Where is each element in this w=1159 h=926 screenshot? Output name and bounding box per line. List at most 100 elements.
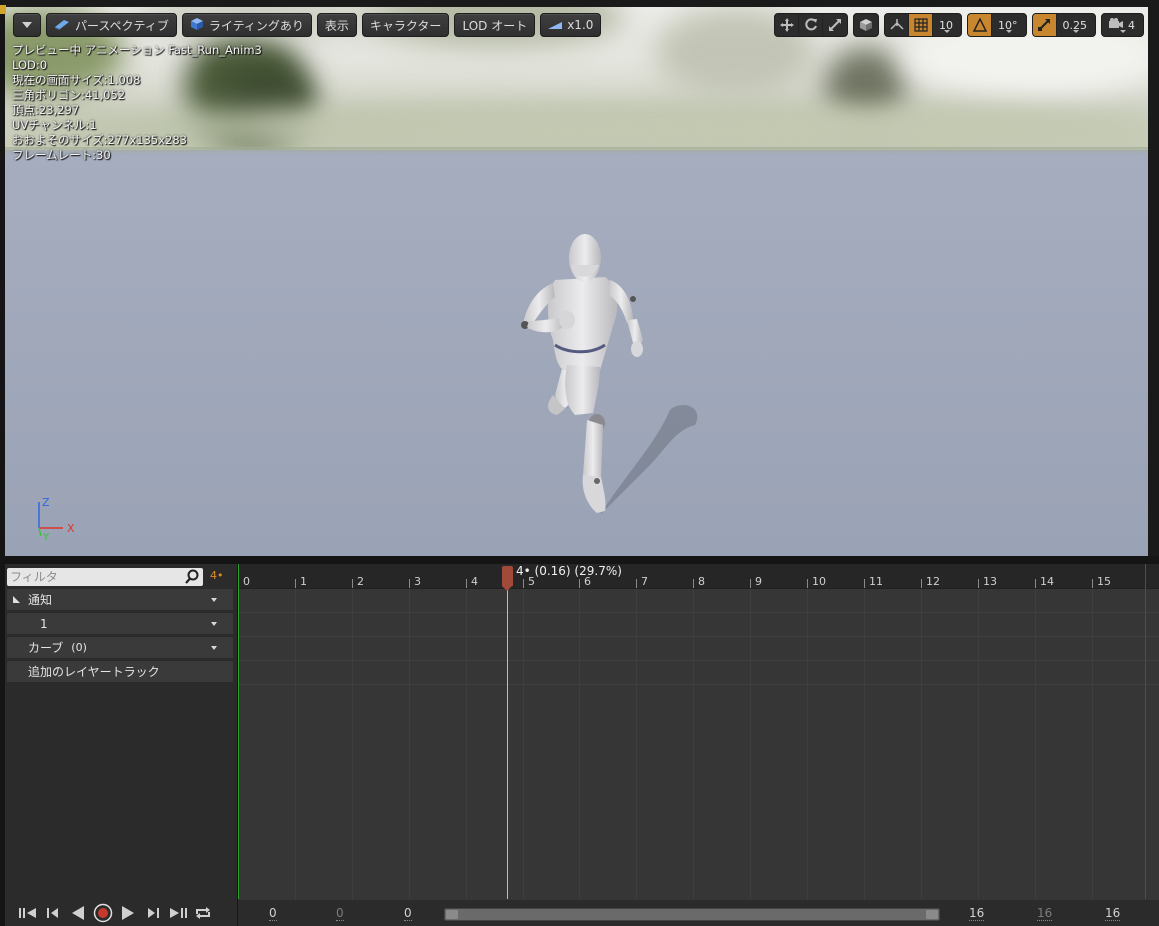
grid-snap-value[interactable]: 10 xyxy=(933,14,961,36)
stat-screen-size: 現在の画面サイズ:1.008 xyxy=(12,73,141,87)
scale-snap-icon[interactable] xyxy=(1032,14,1057,36)
rotate-snap-group: 10° xyxy=(967,13,1027,37)
grid-line xyxy=(1035,589,1036,899)
ruler-tick-label: 15 xyxy=(1097,575,1111,588)
rotate-icon[interactable] xyxy=(799,14,823,36)
playback-end-field[interactable]: 16 xyxy=(969,907,985,921)
camera-speed-button[interactable]: 4 xyxy=(1102,14,1143,36)
scale-icon[interactable] xyxy=(823,14,847,36)
coordinate-space xyxy=(853,13,879,37)
scale-snap-value[interactable]: 0.25 xyxy=(1057,14,1096,36)
scale-snap-group: 0.25 xyxy=(1031,13,1096,37)
camera-icon xyxy=(1108,17,1124,33)
ruler-tick xyxy=(693,579,694,588)
working-end-field[interactable]: 16 xyxy=(1037,907,1053,921)
track-label: 追加のレイヤートラック xyxy=(28,665,160,679)
stat-vertices: 頂点:23,297 xyxy=(12,103,80,117)
ruler-tick-label: 0 xyxy=(243,575,250,588)
grid-line xyxy=(636,589,637,899)
track-additive-layers[interactable]: 追加のレイヤートラック xyxy=(7,660,233,682)
track-label: 1 xyxy=(40,616,48,631)
stat-lod: LOD:0 xyxy=(12,58,48,72)
playhead-handle[interactable] xyxy=(502,566,513,591)
play-reverse-button[interactable] xyxy=(67,902,89,924)
step-forward-icon xyxy=(148,908,159,918)
show-button[interactable]: 表示 xyxy=(316,13,357,37)
translate-icon[interactable] xyxy=(775,14,799,36)
time-ruler[interactable]: 0 1 2 3 4 5 6 7 8 9 10 11 12 13 14 15 xyxy=(238,564,1159,589)
lod-button[interactable]: LOD オート xyxy=(454,13,536,37)
lit-cube-icon xyxy=(190,17,204,34)
search-icon[interactable] xyxy=(183,568,201,586)
track-notify-1[interactable]: 1 xyxy=(7,612,233,634)
track-curves[interactable]: カーブ (0) xyxy=(7,636,233,658)
ruler-tick xyxy=(523,579,524,588)
character-button[interactable]: キャラクター xyxy=(361,13,450,37)
panel-splitter[interactable] xyxy=(0,556,1159,564)
skip-start-icon xyxy=(19,908,36,918)
skip-to-start-button[interactable] xyxy=(17,902,39,924)
ruler-tick xyxy=(750,579,751,588)
ruler-tick xyxy=(1092,579,1093,588)
track-notifies[interactable]: 通知 xyxy=(7,588,233,610)
current-frame-indicator: 4• xyxy=(210,569,224,582)
grid-line xyxy=(864,589,865,899)
filter-input[interactable] xyxy=(7,568,203,586)
character-label: キャラクター xyxy=(369,18,442,33)
chevron-down-icon[interactable] xyxy=(211,598,217,602)
grid-line xyxy=(579,589,580,899)
ruler-tick xyxy=(295,579,296,588)
rotate-snap-value[interactable]: 10° xyxy=(992,14,1026,36)
mannequin-character[interactable] xyxy=(505,225,705,520)
step-forward-button[interactable] xyxy=(142,902,164,924)
row-divider xyxy=(238,636,1159,637)
start-marker[interactable] xyxy=(238,564,239,899)
ruler-tick-label: 13 xyxy=(983,575,997,588)
surface-snap-icon[interactable] xyxy=(885,14,909,36)
time-range-bar: 0 0 0 16 16 16 xyxy=(238,900,1159,926)
view-start-field[interactable]: 0 xyxy=(269,907,277,921)
end-marker[interactable] xyxy=(1145,564,1146,899)
viewport-toolbar: パースペクティブ ライティングあり 表示 キャラクター LOD オート x1.0 xyxy=(13,13,602,39)
ruler-tick-label: 7 xyxy=(641,575,648,588)
lod-label: LOD オート xyxy=(462,18,528,33)
chevron-down-icon[interactable] xyxy=(211,622,217,626)
grid-line xyxy=(523,589,524,899)
ruler-tick xyxy=(352,579,353,588)
play-reverse-icon xyxy=(72,906,84,920)
axis-z-label: Z xyxy=(42,496,50,509)
lighting-button[interactable]: ライティングあり xyxy=(181,13,312,37)
record-icon xyxy=(93,903,113,923)
play-forward-button[interactable] xyxy=(117,902,139,924)
playback-start-field[interactable]: 0 xyxy=(404,907,412,921)
grid-line xyxy=(921,589,922,899)
stat-approx-size: おおよそのサイズ:277x135x283 xyxy=(12,133,187,147)
stat-triangles: 三角ポリゴン:41,052 xyxy=(12,88,126,102)
axis-x-label: X xyxy=(67,522,75,535)
grid-line xyxy=(1092,589,1093,899)
viewport-menu-button[interactable] xyxy=(13,13,41,37)
transform-tools xyxy=(774,13,848,37)
timeline-scrollbar-thumb[interactable] xyxy=(444,908,940,921)
rotate-snap-icon[interactable] xyxy=(968,14,992,36)
preview-viewport[interactable]: パースペクティブ ライティングあり 表示 キャラクター LOD オート x1.0 xyxy=(5,7,1148,556)
playback-speed-button[interactable]: x1.0 xyxy=(540,13,602,37)
working-start-field[interactable]: 0 xyxy=(336,907,344,921)
ruler-tick-label: 11 xyxy=(869,575,883,588)
collapse-arrow-icon[interactable] xyxy=(13,596,20,603)
chevron-down-icon[interactable] xyxy=(211,646,217,650)
grid-snap-icon[interactable] xyxy=(909,14,933,36)
curve-count: (0) xyxy=(71,641,87,654)
record-button[interactable] xyxy=(92,902,114,924)
perspective-button[interactable]: パースペクティブ xyxy=(46,13,177,37)
play-icon xyxy=(122,906,134,920)
grid-snap-group: 10 xyxy=(884,13,962,37)
chevron-down-icon xyxy=(22,22,32,28)
step-back-button[interactable] xyxy=(42,902,64,924)
loop-button[interactable] xyxy=(192,902,214,924)
skip-to-end-button[interactable] xyxy=(167,902,189,924)
local-space-icon[interactable] xyxy=(854,14,878,36)
timeline-panel[interactable]: 0 1 2 3 4 5 6 7 8 9 10 11 12 13 14 15 4• (0.16) (29.7%) xyxy=(238,564,1159,926)
row-divider xyxy=(238,660,1159,661)
view-end-field[interactable]: 16 xyxy=(1105,907,1121,921)
